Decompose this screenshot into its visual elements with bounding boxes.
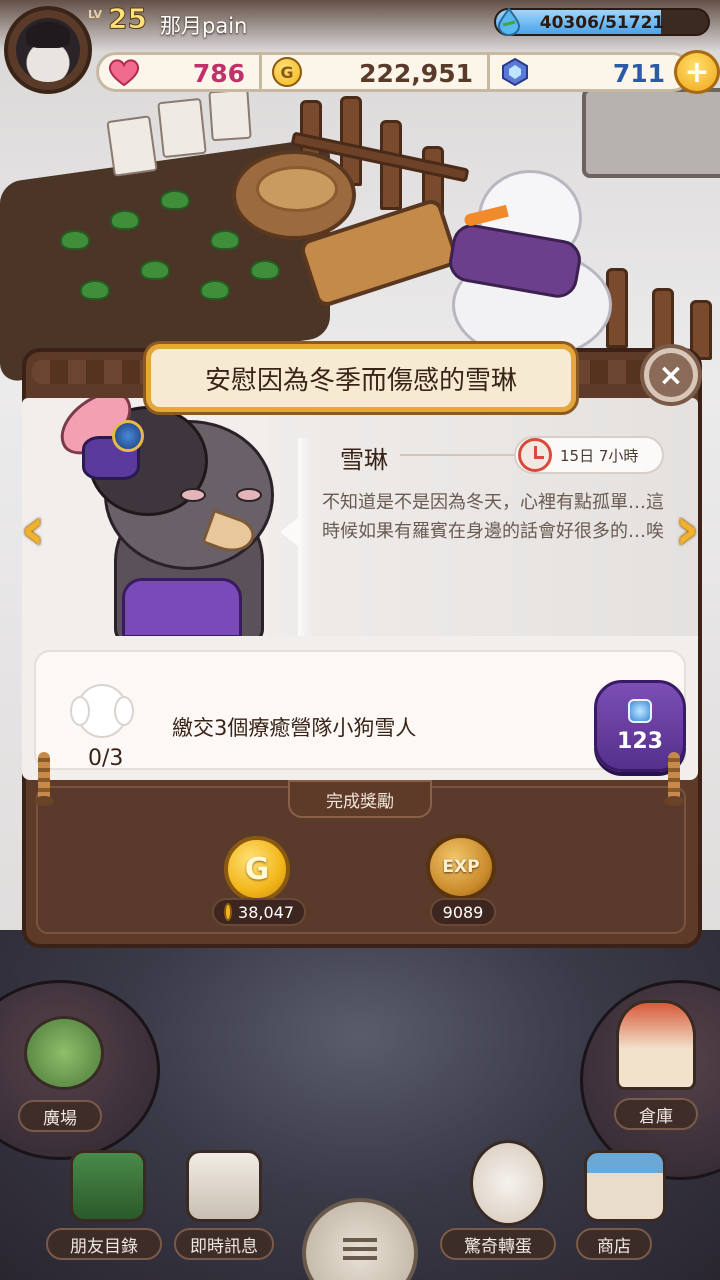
level-prefix: LV bbox=[88, 8, 103, 21]
npc-dress bbox=[122, 578, 242, 636]
sprout bbox=[60, 230, 90, 250]
gems-counter[interactable]: 711 bbox=[487, 55, 689, 89]
sprout bbox=[210, 230, 240, 250]
coin-reward-icon: G bbox=[224, 836, 290, 902]
shop-icon bbox=[584, 1150, 666, 1222]
warehouse-icon bbox=[616, 1000, 696, 1090]
npc-portrait bbox=[22, 398, 302, 636]
message-card-icon bbox=[186, 1150, 262, 1222]
notice-paper bbox=[208, 88, 252, 142]
story-card: 雪琳 15日 7小時 不知道是不是因為冬天，心裡有點孤單…這時候如果有羅賓在身邊… bbox=[22, 398, 698, 636]
task-progress: 0/3 bbox=[88, 746, 124, 771]
alarm-clock-icon bbox=[518, 438, 552, 472]
sprout bbox=[200, 280, 230, 300]
gem-icon bbox=[502, 57, 528, 87]
warehouse-button[interactable] bbox=[602, 1000, 710, 1096]
next-quest-button[interactable]: › bbox=[668, 494, 706, 564]
npc-name: 雪琳 bbox=[340, 446, 388, 474]
sprout bbox=[160, 190, 190, 210]
buy-gems-button[interactable]: + bbox=[674, 50, 720, 94]
hamburger-menu-icon bbox=[343, 1238, 377, 1260]
tree-stump bbox=[232, 150, 356, 240]
npc-eye bbox=[236, 488, 262, 502]
gems-value: 711 bbox=[612, 59, 665, 88]
warehouse-label: 倉庫 bbox=[614, 1098, 698, 1130]
sprout bbox=[140, 260, 170, 280]
gacha-button[interactable] bbox=[458, 1140, 558, 1230]
speech-bubble-edge bbox=[298, 438, 312, 636]
messages-label: 即時訊息 bbox=[174, 1228, 274, 1260]
tree-icon bbox=[24, 1016, 104, 1090]
name-ornament bbox=[400, 454, 530, 456]
notice-paper bbox=[106, 115, 158, 177]
timer-text: 15日 7小時 bbox=[560, 446, 639, 465]
quest-timer: 15日 7小時 bbox=[514, 436, 664, 474]
quest-title-plate: 安慰因為冬季而傷感的雪琳 bbox=[146, 344, 576, 412]
food-table bbox=[582, 88, 720, 178]
heart-icon bbox=[108, 59, 140, 87]
quest-title: 安慰因為冬季而傷感的雪琳 bbox=[204, 365, 517, 396]
gacha-machine-icon bbox=[470, 1140, 546, 1226]
player-avatar-button[interactable] bbox=[4, 6, 92, 94]
exp-progress-text: 40306/51721 bbox=[539, 13, 665, 33]
task-section: 0/3 繳交3個療癒營隊小狗雪人 123 bbox=[22, 636, 698, 780]
book-icon bbox=[70, 1150, 146, 1222]
npc-dialogue: 不知道是不是因為冬天，心裡有點孤單…這時候如果有羅賓在身邊的話會好很多的…唉 bbox=[322, 492, 664, 542]
exp-reward-icon: EXP bbox=[426, 834, 496, 900]
coins-counter[interactable]: G 222,951 bbox=[259, 55, 487, 89]
npc-eye bbox=[180, 488, 206, 502]
hearts-counter[interactable]: 786 bbox=[99, 55, 259, 89]
close-icon: × bbox=[649, 353, 693, 397]
resource-bar: 786 G 222,951 711 bbox=[96, 52, 692, 92]
sprout bbox=[80, 280, 110, 300]
sprout bbox=[110, 210, 140, 230]
close-button[interactable]: × bbox=[640, 344, 702, 406]
coin-reward-label: 38,047 bbox=[212, 898, 306, 926]
speech-pointer bbox=[280, 516, 300, 548]
gacha-label: 驚奇轉蛋 bbox=[440, 1228, 556, 1260]
sprout bbox=[250, 260, 280, 280]
plaza-label: 廣場 bbox=[18, 1100, 102, 1132]
exp-reward-amount: 9089 bbox=[442, 902, 484, 922]
avatar bbox=[16, 18, 80, 82]
gem-cost: 123 bbox=[617, 728, 663, 754]
player-name: 那月pain bbox=[160, 14, 248, 38]
water-drop-icon bbox=[497, 7, 521, 36]
player-level: 25 bbox=[108, 2, 148, 36]
coins-value: 222,951 bbox=[359, 59, 473, 88]
coin-reward-amount: 38,047 bbox=[238, 902, 294, 922]
messages-button[interactable] bbox=[178, 1150, 270, 1230]
notice-paper bbox=[157, 97, 207, 159]
exp-progress-bar: 40306/51721 bbox=[494, 8, 710, 36]
rewards-title: 完成獎勵 bbox=[288, 780, 432, 818]
exp-reward-label: 9089 bbox=[430, 898, 496, 926]
gem-icon bbox=[628, 698, 652, 723]
prev-quest-button[interactable]: ‹ bbox=[14, 494, 52, 564]
task-description: 繳交3個療癒營隊小狗雪人 bbox=[172, 716, 417, 740]
hanging-rope bbox=[34, 752, 54, 806]
puppy-snowman-icon bbox=[70, 684, 134, 738]
shop-button[interactable] bbox=[574, 1150, 674, 1230]
hanging-rope bbox=[664, 752, 684, 806]
shop-label: 商店 bbox=[576, 1228, 652, 1260]
friends-list-button[interactable] bbox=[62, 1150, 154, 1230]
task-row: 0/3 繳交3個療癒營隊小狗雪人 123 bbox=[34, 650, 686, 772]
friends-list-label: 朋友目錄 bbox=[46, 1228, 162, 1260]
plaza-button[interactable] bbox=[14, 1016, 110, 1106]
hearts-value: 786 bbox=[192, 59, 245, 88]
npc-hair-gem bbox=[112, 420, 144, 452]
coin-icon bbox=[224, 903, 233, 921]
coin-icon: G bbox=[272, 57, 302, 87]
